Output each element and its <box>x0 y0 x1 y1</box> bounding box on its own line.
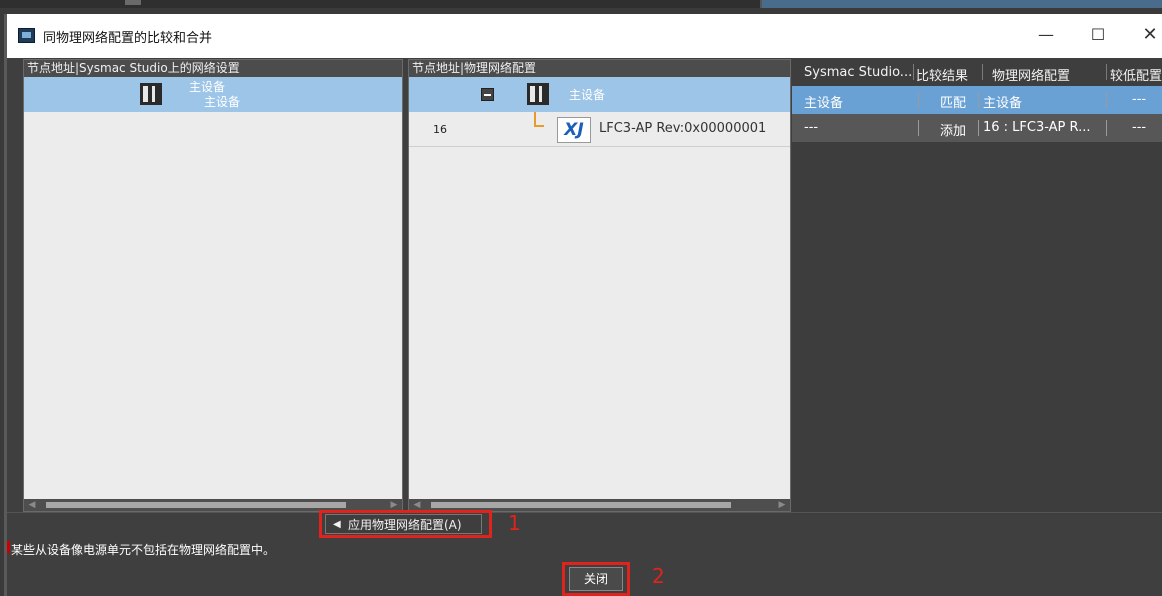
studio-network-header: 节点地址|Sysmac Studio上的网络设置 <box>24 60 402 77</box>
minimize-button[interactable]: — <box>1031 24 1061 48</box>
app-icon <box>18 28 35 43</box>
col-separator <box>982 64 983 80</box>
background-panel <box>760 0 1162 8</box>
cell-separator <box>918 92 919 108</box>
physical-slave-row[interactable]: 16 XJ LFC3-AP Rev:0x00000001 <box>409 112 790 147</box>
cell-result: 添加 <box>940 124 967 139</box>
studio-network-pane: 节点地址|Sysmac Studio上的网络设置 主设备 主设备 ◀ ▶ <box>23 59 403 512</box>
col-lower[interactable]: 较低配置 <box>1110 65 1162 84</box>
compare-merge-dialog: 同物理网络配置的比较和合并 — ☐ ✕ 节点地址|Sysmac Studio上的… <box>4 14 1162 596</box>
slave-device-label: LFC3-AP Rev:0x00000001 <box>599 121 767 136</box>
scroll-left-arrow-icon[interactable]: ◀ <box>26 499 38 511</box>
annotation-box-2 <box>562 562 630 596</box>
physical-master-row[interactable]: 主设备 <box>409 77 790 112</box>
cell-separator <box>1106 92 1107 108</box>
maximize-button[interactable]: ☐ <box>1083 24 1113 48</box>
cell-physical: 主设备 <box>983 96 1023 111</box>
grid-row-slave[interactable]: --- 添加 16 : LFC3-AP R... --- <box>792 114 1162 142</box>
annotation-number-2: 2 <box>652 564 665 588</box>
cell-lower: --- <box>1132 92 1147 107</box>
tree-connector <box>534 112 544 127</box>
warning-marker <box>7 541 10 553</box>
footer-divider <box>7 512 1162 513</box>
studio-master-row[interactable]: 主设备 主设备 <box>24 77 402 112</box>
cell-separator <box>918 120 919 136</box>
cell-studio: 主设备 <box>804 96 844 111</box>
background-tick <box>125 0 141 5</box>
node-address: 16 <box>433 123 447 136</box>
rack-device-icon <box>140 83 162 105</box>
cell-separator <box>1106 120 1107 136</box>
grid-row-master[interactable]: 主设备 匹配 主设备 --- <box>792 86 1162 114</box>
annotation-number-1: 1 <box>508 511 521 535</box>
col-studio[interactable]: Sysmac Studio... <box>804 65 912 80</box>
background-window-strip <box>0 0 1162 8</box>
col-separator <box>913 64 914 80</box>
close-window-button[interactable]: ✕ <box>1135 24 1162 48</box>
physical-network-pane: 节点地址|物理网络配置 主设备 16 XJ LFC3-AP Rev:0x0000… <box>408 59 791 512</box>
cell-separator <box>978 120 979 136</box>
scroll-thumb[interactable] <box>431 502 731 508</box>
cell-separator <box>978 92 979 108</box>
master-device-label: 主设备 <box>569 88 606 102</box>
cell-result: 匹配 <box>940 96 967 111</box>
master-label-2: 主设备 <box>204 95 241 109</box>
window-title: 同物理网络配置的比较和合并 <box>43 31 213 46</box>
scroll-thumb[interactable] <box>46 502 346 508</box>
xj-device-icon: XJ <box>557 117 591 143</box>
grid-header: Sysmac Studio... 比较结果 物理网络配置 较低配置 <box>792 59 1162 86</box>
cell-physical: 16 : LFC3-AP R... <box>983 120 1091 135</box>
col-result[interactable]: 比较结果 <box>916 65 968 84</box>
rack-device-icon <box>527 83 549 105</box>
physical-network-header: 节点地址|物理网络配置 <box>409 60 790 77</box>
cell-studio: --- <box>804 120 819 135</box>
col-separator <box>1106 64 1107 80</box>
cell-lower: --- <box>1132 120 1147 135</box>
info-message: 某些从设备像电源单元不包括在物理网络配置中。 <box>11 543 276 557</box>
collapse-icon[interactable] <box>481 88 494 101</box>
scroll-right-arrow-icon[interactable]: ▶ <box>776 499 788 511</box>
comparison-grid: Sysmac Studio... 比较结果 物理网络配置 较低配置 主设备 匹配… <box>792 59 1162 514</box>
col-physical[interactable]: 物理网络配置 <box>992 65 1070 84</box>
annotation-box-1 <box>319 510 492 538</box>
title-bar: 同物理网络配置的比较和合并 — ☐ ✕ <box>7 14 1162 58</box>
